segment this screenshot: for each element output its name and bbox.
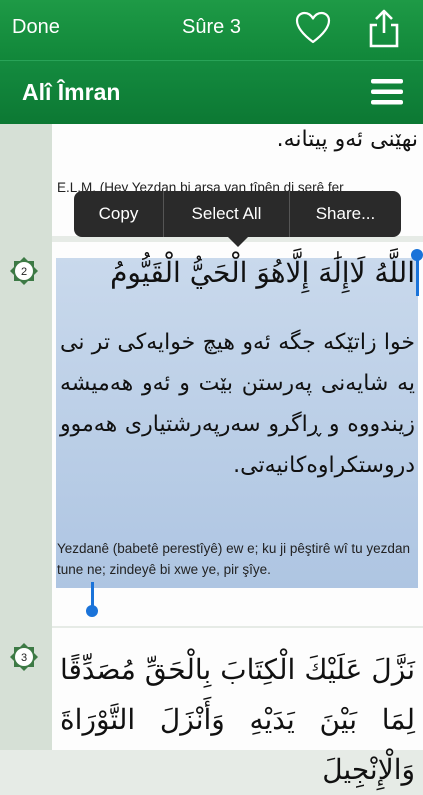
surah-number-title: Sûre 3 — [182, 16, 241, 38]
hamburger-menu-icon[interactable] — [371, 79, 403, 105]
verse-kurdish-translation: خوا زاتێکە جگە ئەو هیچ خوایەکی تر نی یە … — [60, 330, 415, 478]
verse-kurdish-translation: نهێنی ئەو پیتانە. — [276, 127, 418, 152]
verse-number: 2 — [21, 266, 27, 278]
selection-end-knob[interactable] — [86, 605, 98, 617]
copy-menu-item[interactable]: Copy — [74, 191, 163, 237]
text-context-menu: Copy Select All Share... — [74, 191, 401, 237]
verse-number-badge: 3 — [10, 643, 38, 671]
verse-latin-translation: Yezdanê (babetê perestîyê) ew e; ku ji p… — [57, 541, 410, 577]
share-icon[interactable] — [366, 8, 402, 48]
selection-end-handle[interactable] — [91, 582, 94, 606]
heart-icon[interactable] — [295, 11, 331, 45]
selection-start-handle[interactable] — [416, 256, 419, 296]
verse-number-badge: 2 — [10, 257, 38, 285]
context-menu-pointer — [227, 236, 249, 247]
select-all-menu-item[interactable]: Select All — [164, 191, 289, 237]
share-menu-item[interactable]: Share... — [290, 191, 401, 237]
verse-number: 3 — [21, 652, 27, 664]
surah-title: Alî Îmran — [22, 79, 121, 105]
selection-start-knob[interactable] — [411, 249, 423, 261]
verse-arabic-text: نَزَّلَ عَلَيْكَ الْكِتَابَ بِالْحَقِّ م… — [60, 653, 415, 786]
verse-arabic-text: اللَّهُ لَاإِلَٰهَ إِلَّاهُوَ الْحَيُّ ا… — [110, 256, 415, 289]
